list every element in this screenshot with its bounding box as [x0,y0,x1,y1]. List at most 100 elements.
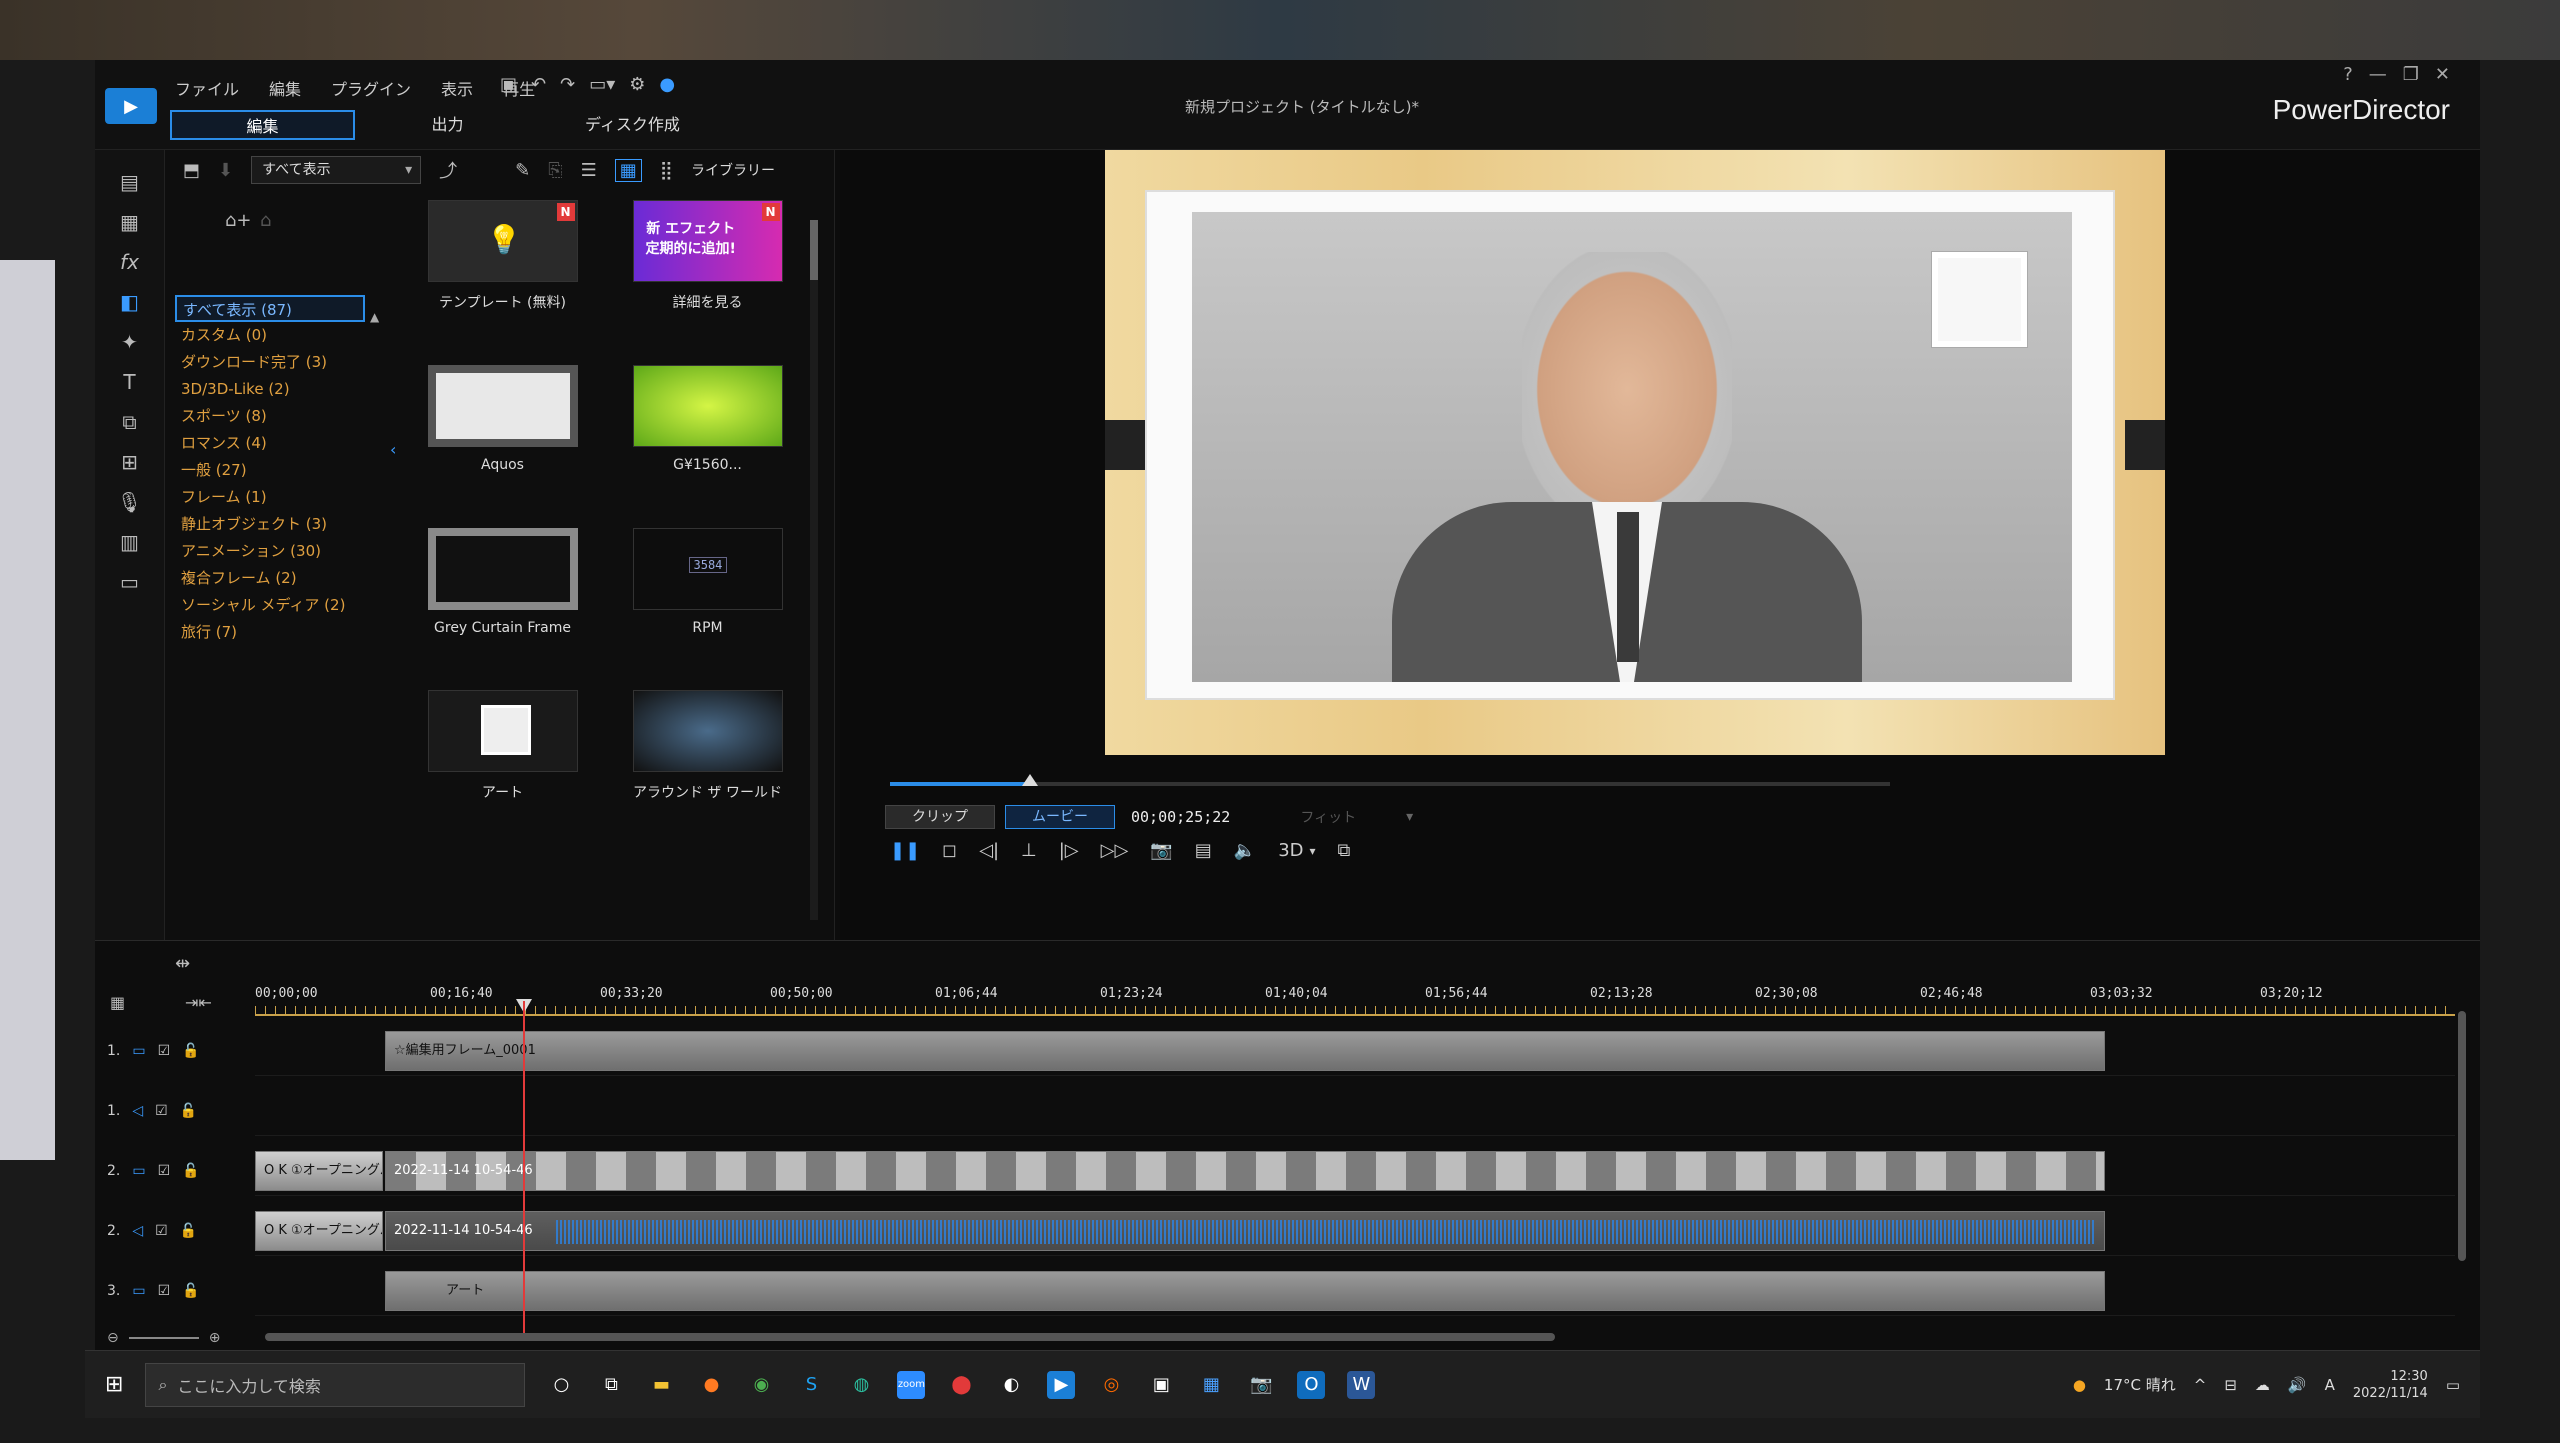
powerdirector-taskbar-icon[interactable]: ▶ [1047,1370,1076,1399]
zoom-app-icon[interactable]: zoom [897,1370,926,1399]
track-lock-icon[interactable]: 🔓 [182,1163,199,1179]
cortana-icon[interactable]: ○ [547,1371,575,1399]
aspect-ratio-icon[interactable]: ▭▾ [589,74,615,95]
cloud-icon[interactable]: ☁ [2255,1376,2270,1394]
timeline-clip-video[interactable]: 2022-11-14 10-54-46 [385,1151,2105,1191]
list-view-icon[interactable]: ☰ [581,160,597,181]
track-lock-icon[interactable]: 🔓 [180,1103,197,1119]
category-item[interactable]: 3D/3D-Like (2) [175,376,365,403]
media-room-icon[interactable]: ▤ [114,170,146,194]
subtitle-icon[interactable]: ▭ [114,570,146,594]
thumbnail-view-icon[interactable]: ▦ [614,158,642,182]
tag-add-icon[interactable]: ⌂+ [225,210,252,231]
menu-view[interactable]: 表示 [441,76,473,100]
library-item[interactable]: Aquos [425,365,580,473]
category-item[interactable]: スポーツ (8) [175,403,365,430]
effects-fx-icon[interactable]: fx [114,250,146,274]
snapshot-camera-icon[interactable]: 📷 [1150,840,1172,861]
task-view-icon[interactable]: ⧉ [597,1371,625,1399]
voice-over-microphone-icon[interactable]: 🎙 [114,490,146,514]
chevron-down-icon[interactable]: ▾ [1406,809,1413,825]
playhead-line[interactable] [523,1001,525,1341]
fit-to-length-icon[interactable]: ⇥⇤ [185,993,212,1012]
track-enable-checkbox[interactable]: ☑ [158,1043,171,1059]
next-frame-icon[interactable]: |▷ [1059,840,1079,861]
category-scroll-up-icon[interactable]: ▲ [370,310,379,324]
timeline-clip-frame[interactable]: ☆編集用フレーム_0001 [385,1031,2105,1071]
chrome-icon[interactable]: ◉ [747,1371,775,1399]
obs-icon[interactable]: ◐ [997,1371,1025,1399]
edge-icon[interactable]: ◍ [847,1371,875,1399]
skype-icon[interactable]: S [797,1371,825,1399]
category-item[interactable]: ソーシャル メディア (2) [175,592,365,619]
weather-text[interactable]: 17°C 晴れ [2104,1374,2176,1395]
split-icon[interactable]: ⊥ [1021,840,1037,861]
close-icon[interactable]: ✕ [2435,64,2450,85]
export-icon[interactable]: ⤴ [439,157,457,183]
library-filter-dropdown[interactable]: すべて表示 [251,156,422,184]
settings-gear-icon[interactable]: ⚙ [629,74,645,95]
preview-seekbar[interactable] [890,774,1890,786]
title-text-icon[interactable]: T [114,370,146,394]
library-item[interactable]: 💡 N テンプレート (無料) [425,200,580,312]
category-item[interactable]: 静止オブジェクト (3) [175,511,365,538]
category-item[interactable]: アニメーション (30) [175,538,365,565]
stop-icon[interactable]: ◻ [942,840,957,861]
grid-view-icon[interactable]: ⣿ [660,160,673,181]
library-item[interactable]: アラウンド ザ ワールド [630,690,785,802]
category-item[interactable]: フレーム (1) [175,484,365,511]
library-item[interactable]: 3584 RPM [630,528,785,636]
library-item[interactable]: アート [425,690,580,802]
designer-pen-icon[interactable]: ✎ [515,160,530,181]
menu-plugin[interactable]: プラグイン [331,76,411,100]
taskbar-clock[interactable]: 12:30 2022/11/14 [2353,1368,2428,1402]
help-icon[interactable]: ? [2343,64,2353,85]
transition-icon[interactable]: ⧉ [114,410,146,434]
restore-icon[interactable]: ❐ [2403,64,2419,85]
record-icon[interactable]: ⬤ [947,1371,975,1399]
library-item[interactable]: 新 エフェクト 定期的に追加! N 詳細を見る [630,200,785,312]
timeline-vertical-scrollbar[interactable] [2458,1011,2466,1261]
timeline-clip-opening-image[interactable]: O K ①オープニングパワポ画像 [255,1151,383,1191]
track-enable-checkbox[interactable]: ☑ [155,1103,168,1119]
seekbar-knob[interactable] [1022,774,1038,786]
notification-icon[interactable]: ▭ [2446,1376,2460,1394]
redo-icon[interactable]: ↷ [560,74,575,95]
particle-icon[interactable]: ✦ [114,330,146,354]
ime-indicator[interactable]: A [2325,1376,2335,1394]
minimize-icon[interactable]: — [2369,64,2387,85]
library-item[interactable]: Grey Curtain Frame [425,528,580,636]
template-room-icon[interactable]: ▦ [114,210,146,234]
undock-preview-icon[interactable]: ⧉ [1338,840,1351,861]
timeline-ruler[interactable]: 00;00;00 00;16;40 00;33;20 00;50;00 01;0… [255,986,2455,1016]
copy-icon[interactable]: ⎘ [548,160,562,181]
tab-edit[interactable]: 編集 [170,110,355,140]
network-icon[interactable]: ⊟ [2224,1376,2237,1394]
track-lock-icon[interactable]: 🔓 [182,1043,199,1059]
tag-remove-icon[interactable]: ⌂ [260,210,271,231]
category-item[interactable]: 一般 (27) [175,457,365,484]
library-menu-label[interactable]: ライブラリー [691,160,775,180]
timeline-horizontal-scrollbar[interactable] [265,1333,1555,1341]
track-enable-checkbox[interactable]: ☑ [155,1223,168,1239]
menu-edit[interactable]: 編集 [269,76,301,100]
taskbar-search[interactable]: ⌕ ここに入力して検索 [145,1362,526,1407]
outlook-icon[interactable]: O [1297,1370,1326,1399]
media-app-icon[interactable]: ◎ [1097,1371,1125,1399]
track-lock-icon[interactable]: 🔓 [182,1283,199,1299]
zoom-out-icon[interactable]: ⊖ [107,1330,119,1346]
fast-forward-icon[interactable]: ▷▷ [1101,840,1129,861]
category-item[interactable]: 複合フレーム (2) [175,565,365,592]
library-scrollbar[interactable] [810,220,818,920]
undo-icon[interactable]: ↶ [531,74,546,95]
subtitle-toggle-icon[interactable]: ▤ [1195,840,1212,861]
pip-objects-icon[interactable]: ◧ [114,290,146,314]
category-item[interactable]: ロマンス (4) [175,430,365,457]
upgrade-icon[interactable]: ● [659,74,675,95]
photos-icon[interactable]: ▦ [1197,1371,1225,1399]
category-item[interactable]: すべて表示 (87) [175,295,365,322]
download-icon[interactable]: ⬇ [218,160,233,181]
pause-icon[interactable]: ❚❚ [890,840,920,861]
zoom-slider[interactable] [128,1337,199,1339]
track-enable-checkbox[interactable]: ☑ [158,1163,171,1179]
